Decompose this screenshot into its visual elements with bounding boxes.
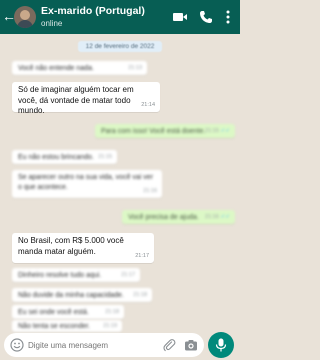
message-time: 21:17 bbox=[121, 272, 135, 278]
message-text: Eu não estou brincando. bbox=[18, 154, 94, 161]
message-time: 21:18 bbox=[105, 309, 119, 315]
message-bubble-incoming[interactable]: Dinheiro resolve tudo aqui. 21:17 bbox=[12, 268, 140, 282]
message-time: 21:15 ✓✓ bbox=[205, 128, 230, 134]
message-text: Você precisa de ajuda. bbox=[128, 214, 199, 221]
message-text: Se aparecer outro na sua vida, você vai … bbox=[18, 174, 154, 191]
camera-icon[interactable] bbox=[184, 338, 198, 352]
message-time: 21:16 bbox=[143, 188, 157, 194]
message-bubble-incoming[interactable]: Você não entende nada. 21:13 bbox=[12, 61, 147, 75]
mic-icon bbox=[215, 338, 227, 352]
message-text: Só de imaginar alguém tocar em você, dá … bbox=[18, 85, 134, 115]
message-text: Não tenta se esconder. bbox=[18, 323, 90, 330]
message-text: Você não entende nada. bbox=[18, 65, 94, 72]
message-bubble-incoming[interactable]: Só de imaginar alguém tocar em você, dá … bbox=[12, 82, 160, 115]
avatar-face bbox=[20, 10, 30, 20]
message-bubble-incoming[interactable]: Não duvide da minha capacidade. 21:18 bbox=[12, 288, 152, 302]
message-bubble-incoming[interactable]: Não tenta se esconder. 21:19 bbox=[12, 320, 122, 332]
message-time: 21:17 bbox=[135, 252, 149, 259]
attach-icon[interactable] bbox=[162, 338, 176, 352]
read-ticks-icon: ✓✓ bbox=[220, 128, 230, 134]
message-time: 21:16 ✓✓ bbox=[205, 214, 230, 220]
message-text: Dinheiro resolve tudo aqui. bbox=[18, 272, 102, 279]
message-bubble-outgoing[interactable]: Para com isso! Você está doente. 21:15 ✓✓ bbox=[95, 124, 235, 138]
avatar[interactable] bbox=[14, 6, 36, 28]
mic-button[interactable] bbox=[208, 332, 234, 358]
date-chip: 12 de fevereiro de 2022 bbox=[78, 41, 162, 52]
emoji-icon[interactable] bbox=[10, 338, 24, 352]
video-call-icon[interactable] bbox=[172, 9, 188, 25]
more-vert-icon[interactable] bbox=[224, 9, 232, 25]
message-time: 21:14 bbox=[141, 101, 155, 108]
message-composer bbox=[4, 333, 204, 357]
message-bubble-incoming[interactable]: No Brasil, com R$ 5.000 você manda matar… bbox=[12, 233, 154, 263]
message-text: Não duvide da minha capacidade. bbox=[18, 292, 124, 299]
phone-icon[interactable] bbox=[198, 9, 214, 25]
message-text: Para com isso! Você está doente. bbox=[101, 128, 206, 135]
message-time: 21:18 bbox=[133, 292, 147, 298]
message-bubble-outgoing[interactable]: Você precisa de ajuda. 21:16 ✓✓ bbox=[122, 210, 235, 224]
message-time: 21:19 bbox=[103, 323, 117, 329]
chat-header: ← Ex-marido (Portugal) online bbox=[0, 0, 240, 34]
contact-status: online bbox=[41, 19, 63, 28]
contact-name[interactable]: Ex-marido (Portugal) bbox=[41, 5, 145, 17]
message-time: 21:13 bbox=[128, 65, 142, 71]
message-input[interactable] bbox=[28, 337, 146, 353]
message-bubble-incoming[interactable]: Eu não estou brincando. 21:15 bbox=[12, 150, 117, 164]
read-ticks-icon: ✓✓ bbox=[220, 214, 230, 220]
avatar-body bbox=[17, 20, 33, 28]
message-text: No Brasil, com R$ 5.000 você manda matar… bbox=[18, 236, 124, 256]
message-text: Eu sei onde você está. bbox=[18, 309, 89, 316]
message-time: 21:15 bbox=[98, 154, 112, 160]
message-bubble-incoming[interactable]: Eu sei onde você está. 21:18 bbox=[12, 305, 124, 319]
message-list[interactable]: 12 de fevereiro de 2022 Você não entende… bbox=[0, 34, 240, 332]
message-bubble-incoming[interactable]: Se aparecer outro na sua vida, você vai … bbox=[12, 170, 162, 198]
